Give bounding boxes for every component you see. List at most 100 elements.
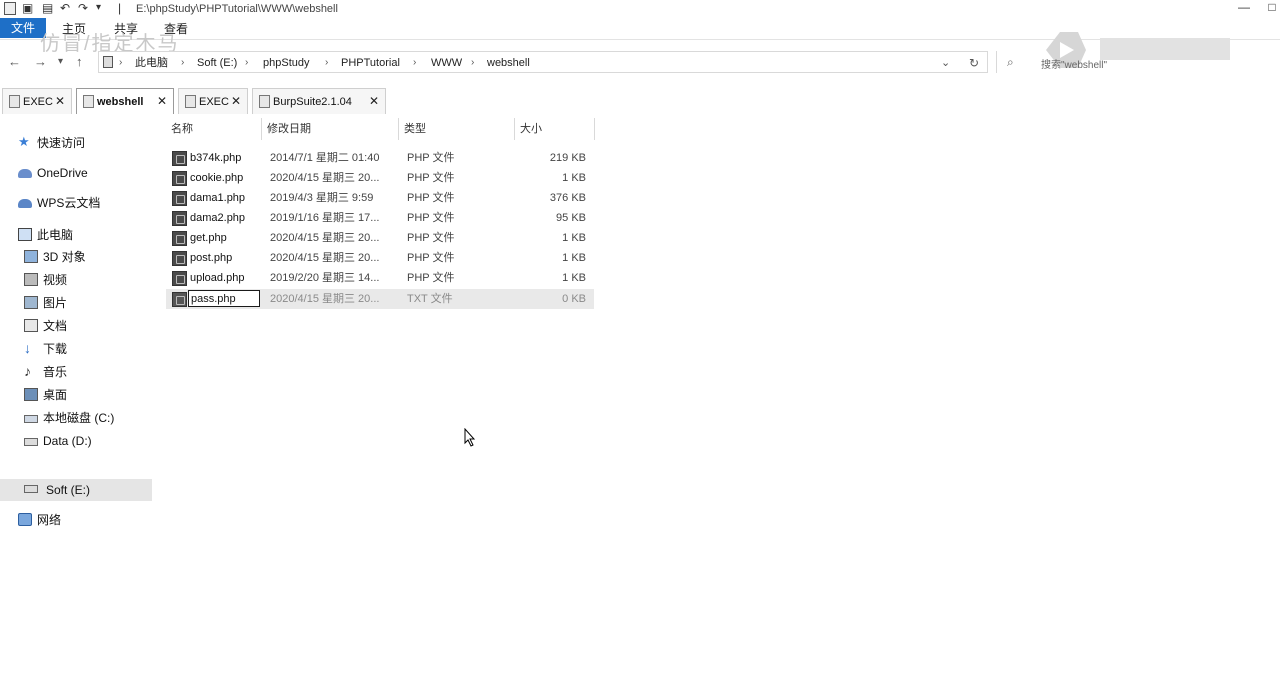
search-input[interactable]: 搜索"webshell"	[1041, 56, 1107, 71]
file-row[interactable]: get.php 2020/4/15 星期三 20... PHP 文件 1 KB	[166, 228, 594, 248]
close-icon[interactable]: ✕	[369, 94, 379, 108]
nav-quick-access[interactable]: ★ 快速访问	[18, 134, 152, 152]
file-type: PHP 文件	[407, 252, 455, 264]
nav-label: 3D 对象	[43, 250, 86, 264]
file-type: PHP 文件	[407, 172, 455, 184]
new-folder-icon[interactable]: ▤	[42, 0, 53, 16]
recent-locations-icon[interactable]: ▾	[58, 54, 63, 70]
nav-label: WPS云文档	[37, 196, 101, 210]
php-file-icon	[172, 251, 187, 266]
file-row[interactable]: dama2.php 2019/1/16 星期三 17... PHP 文件 95 …	[166, 208, 594, 228]
file-size: 95 KB	[556, 212, 586, 224]
star-icon: ★	[18, 134, 30, 149]
file-row[interactable]: dama1.php 2019/4/3 星期三 9:59 PHP 文件 376 K…	[166, 188, 594, 208]
breadcrumb-separator-icon: ›	[245, 57, 249, 68]
pc-icon	[103, 56, 113, 68]
nav-label: 本地磁盘 (C:)	[43, 411, 115, 425]
breadcrumb-phptutorial[interactable]: PHPTutorial	[341, 56, 400, 70]
file-size: 376 KB	[549, 192, 586, 204]
nav-3d-objects[interactable]: 3D 对象	[24, 248, 158, 266]
cloud-icon	[18, 199, 32, 208]
column-type[interactable]: 类型	[399, 118, 515, 140]
file-row-renaming[interactable]: pass.php 2020/4/15 星期三 20... TXT 文件 0 KB	[166, 289, 594, 309]
tab-exec-2[interactable]: EXEC ✕	[178, 88, 248, 114]
nav-label: Data (D:)	[43, 434, 92, 448]
column-name[interactable]: 名称	[166, 118, 262, 140]
column-size[interactable]: 大小	[515, 118, 595, 140]
nav-label: 文档	[43, 319, 68, 333]
refresh-icon[interactable]: ↻	[969, 56, 979, 70]
nav-downloads[interactable]: ↓ 下载	[24, 340, 158, 358]
nav-label: 此电脑	[37, 228, 74, 242]
file-row[interactable]: b374k.php 2014/7/1 星期二 01:40 PHP 文件 219 …	[166, 148, 594, 168]
breadcrumb-separator-icon: ›	[119, 57, 123, 68]
address-bar[interactable]: › 此电脑 › Soft (E:) › phpStudy › PHPTutori…	[98, 51, 988, 73]
breadcrumb-soft-e[interactable]: Soft (E:)	[197, 56, 237, 70]
breadcrumb-separator-icon: ›	[181, 57, 185, 68]
breadcrumb-www[interactable]: WWW	[431, 56, 462, 70]
file-row[interactable]: post.php 2020/4/15 星期三 20... PHP 文件 1 KB	[166, 248, 594, 268]
file-size: 1 KB	[562, 252, 586, 264]
file-name: get.php	[190, 232, 227, 244]
close-icon[interactable]: ✕	[231, 94, 241, 108]
breadcrumb-webshell[interactable]: webshell	[487, 56, 530, 70]
up-icon[interactable]: ↑	[76, 54, 83, 70]
tab-burpsuite[interactable]: BurpSuite2.1.04 ✕	[252, 88, 386, 114]
back-icon[interactable]: ←	[8, 54, 21, 70]
app-icon	[4, 2, 16, 15]
minimize-button[interactable]: —	[1230, 0, 1258, 16]
column-date[interactable]: 修改日期	[262, 118, 399, 140]
document-icon	[24, 319, 38, 332]
undo-icon[interactable]: ↶	[60, 0, 70, 16]
folder-icon	[259, 95, 270, 108]
nav-pictures[interactable]: 图片	[24, 294, 158, 312]
nav-desktop[interactable]: 桌面	[24, 386, 158, 404]
file-type: TXT 文件	[407, 293, 453, 305]
column-label: 修改日期	[267, 123, 311, 135]
column-headers: 名称 修改日期 类型 大小	[166, 118, 596, 140]
video-icon	[24, 273, 38, 286]
breadcrumb-separator-icon: ›	[413, 57, 417, 68]
breadcrumb-phpstudy[interactable]: phpStudy	[263, 56, 309, 70]
column-label: 名称	[171, 123, 193, 135]
breadcrumb-separator-icon: ›	[471, 57, 475, 68]
tab-webshell[interactable]: webshell ✕	[76, 88, 174, 114]
file-date: 2019/1/16 星期三 17...	[270, 212, 380, 224]
file-type: PHP 文件	[407, 232, 455, 244]
window-title: E:\phpStudy\PHPTutorial\WWW\webshell	[136, 3, 338, 15]
nav-drive-c[interactable]: 本地磁盘 (C:)	[24, 409, 158, 427]
rename-input[interactable]: pass.php	[188, 290, 260, 307]
nav-this-pc[interactable]: 此电脑	[18, 226, 152, 244]
nav-network[interactable]: 网络	[18, 511, 152, 529]
nav-documents[interactable]: 文档	[24, 317, 158, 335]
file-row[interactable]: upload.php 2019/2/20 星期三 14... PHP 文件 1 …	[166, 268, 594, 288]
close-icon[interactable]: ✕	[157, 94, 167, 108]
nav-videos[interactable]: 视频	[24, 271, 158, 289]
file-date: 2020/4/15 星期三 20...	[270, 293, 380, 305]
download-arrow-icon: ↓	[24, 340, 31, 356]
file-name: b374k.php	[190, 152, 242, 164]
nav-label: 下载	[43, 342, 68, 356]
nav-label: 网络	[37, 513, 62, 527]
forward-icon[interactable]: →	[34, 54, 47, 70]
tab-exec-1[interactable]: EXEC ✕	[2, 88, 72, 114]
properties-icon[interactable]: ▣	[22, 0, 33, 16]
address-dropdown-icon[interactable]: ⌄	[941, 56, 950, 70]
breadcrumb-this-pc[interactable]: 此电脑	[135, 56, 168, 70]
nav-music[interactable]: ♪ 音乐	[24, 363, 158, 381]
desktop-icon	[24, 388, 38, 401]
cloud-icon	[18, 169, 32, 178]
nav-wps-cloud[interactable]: WPS云文档	[18, 194, 152, 212]
quick-access-dropdown-icon[interactable]: ▾	[96, 0, 101, 16]
search-box[interactable]: ⌕ 搜索"webshell"	[996, 51, 1280, 73]
file-row[interactable]: cookie.php 2020/4/15 星期三 20... PHP 文件 1 …	[166, 168, 594, 188]
restore-button[interactable]: □	[1258, 0, 1280, 16]
drive-icon	[24, 485, 38, 493]
php-file-icon	[172, 151, 187, 166]
close-icon[interactable]: ✕	[55, 94, 65, 108]
nav-drive-d[interactable]: Data (D:)	[24, 432, 158, 450]
nav-drive-e[interactable]: Soft (E:)	[0, 479, 152, 501]
redo-icon[interactable]: ↷	[78, 0, 88, 16]
nav-label: 音乐	[43, 365, 68, 379]
nav-onedrive[interactable]: OneDrive	[18, 164, 152, 182]
